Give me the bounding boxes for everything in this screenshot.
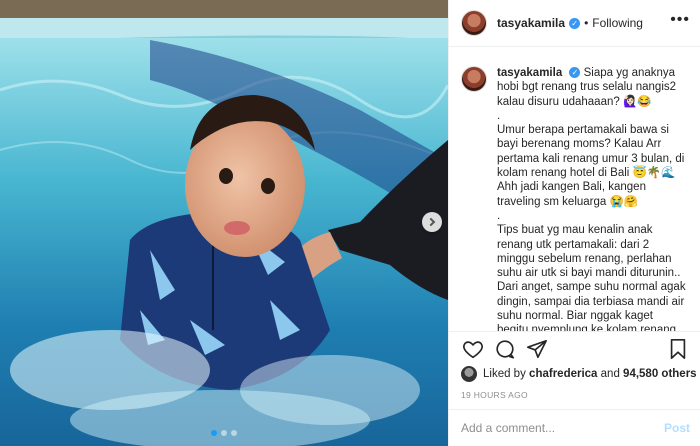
verified-badge-icon: ✓ xyxy=(569,17,581,29)
caption-text: Siapa yg anaknya hobi bgt renang trus se… xyxy=(497,67,686,331)
photo-illustration xyxy=(0,0,448,446)
carousel-dot xyxy=(221,430,227,436)
author-avatar[interactable] xyxy=(461,10,487,36)
likes-count[interactable]: 94,580 others xyxy=(623,368,697,380)
caption-author-avatar[interactable] xyxy=(461,66,487,92)
author-username[interactable]: tasyakamila xyxy=(497,16,565,30)
chevron-right-icon xyxy=(426,217,436,227)
liker-avatar[interactable] xyxy=(461,366,477,382)
caption-username[interactable]: tasyakamila xyxy=(497,67,562,79)
post-comment-button[interactable]: Post xyxy=(664,421,690,435)
carousel-dot xyxy=(211,430,217,436)
action-bar xyxy=(449,331,700,366)
bookmark-icon[interactable] xyxy=(666,337,690,361)
post-sidebar: tasyakamila ✓ • Following ••• tasyakamil… xyxy=(448,0,700,446)
post-header: tasyakamila ✓ • Following ••• xyxy=(449,0,700,47)
header-separator: • xyxy=(584,16,589,30)
caption: tasyakamila ✓ Siapa yg anaknya hobi bgt … xyxy=(497,66,686,331)
post-photo xyxy=(0,0,448,446)
caption-area: tasyakamila ✓ Siapa yg anaknya hobi bgt … xyxy=(449,48,700,331)
carousel-next-button[interactable] xyxy=(422,212,442,232)
add-comment-bar: Post xyxy=(449,409,700,446)
likes-conjunction: and xyxy=(600,368,620,380)
carousel-indicator xyxy=(0,430,448,436)
following-button[interactable]: Following xyxy=(592,16,643,30)
verified-badge-icon: ✓ xyxy=(569,67,581,79)
carousel-dot xyxy=(231,430,237,436)
comment-icon[interactable] xyxy=(493,337,517,361)
likes-summary: Liked by chafrederica and 94,580 others xyxy=(461,366,697,382)
share-icon[interactable] xyxy=(525,337,549,361)
likes-prefix: Liked by xyxy=(483,368,526,380)
more-options-icon[interactable]: ••• xyxy=(670,12,690,31)
comment-input[interactable] xyxy=(461,421,664,435)
liker-username[interactable]: chafrederica xyxy=(529,368,597,380)
heart-icon[interactable] xyxy=(461,337,485,361)
post-timestamp[interactable]: 19 HOURS AGO xyxy=(461,390,528,400)
